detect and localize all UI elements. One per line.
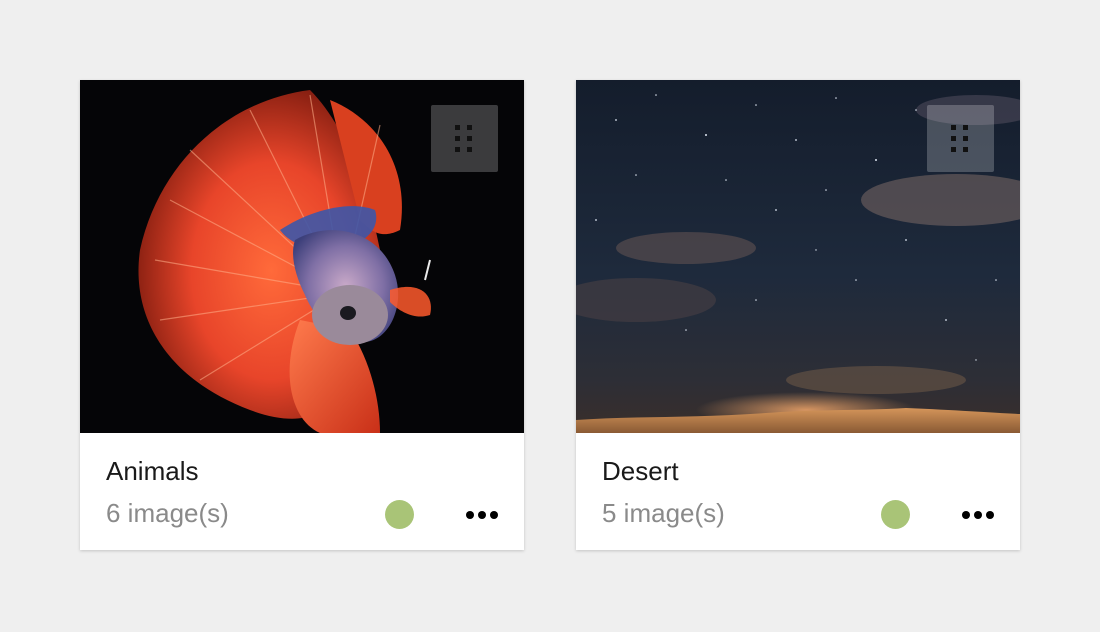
album-card-animals[interactable]: Animals 6 image(s) (80, 80, 524, 550)
album-card-footer: Animals 6 image(s) (80, 433, 524, 550)
status-indicator (385, 500, 414, 529)
image-count: 6 image(s) (106, 498, 229, 528)
album-card-desert[interactable]: Desert 5 image(s) (576, 80, 1020, 550)
drag-handle-icon[interactable] (431, 105, 498, 172)
album-title[interactable]: Animals (106, 455, 198, 487)
album-title[interactable]: Desert (602, 455, 679, 487)
more-options-button[interactable] (956, 497, 1000, 533)
more-horizontal-icon (962, 511, 970, 519)
more-options-button[interactable] (460, 497, 504, 533)
album-thumbnail-betta-fish[interactable] (80, 80, 524, 433)
image-count: 5 image(s) (602, 498, 725, 528)
album-thumbnail-desert-night[interactable] (576, 80, 1020, 433)
status-indicator (881, 500, 910, 529)
drag-handle-icon[interactable] (927, 105, 994, 172)
album-card-footer: Desert 5 image(s) (576, 433, 1020, 550)
more-horizontal-icon (466, 511, 474, 519)
